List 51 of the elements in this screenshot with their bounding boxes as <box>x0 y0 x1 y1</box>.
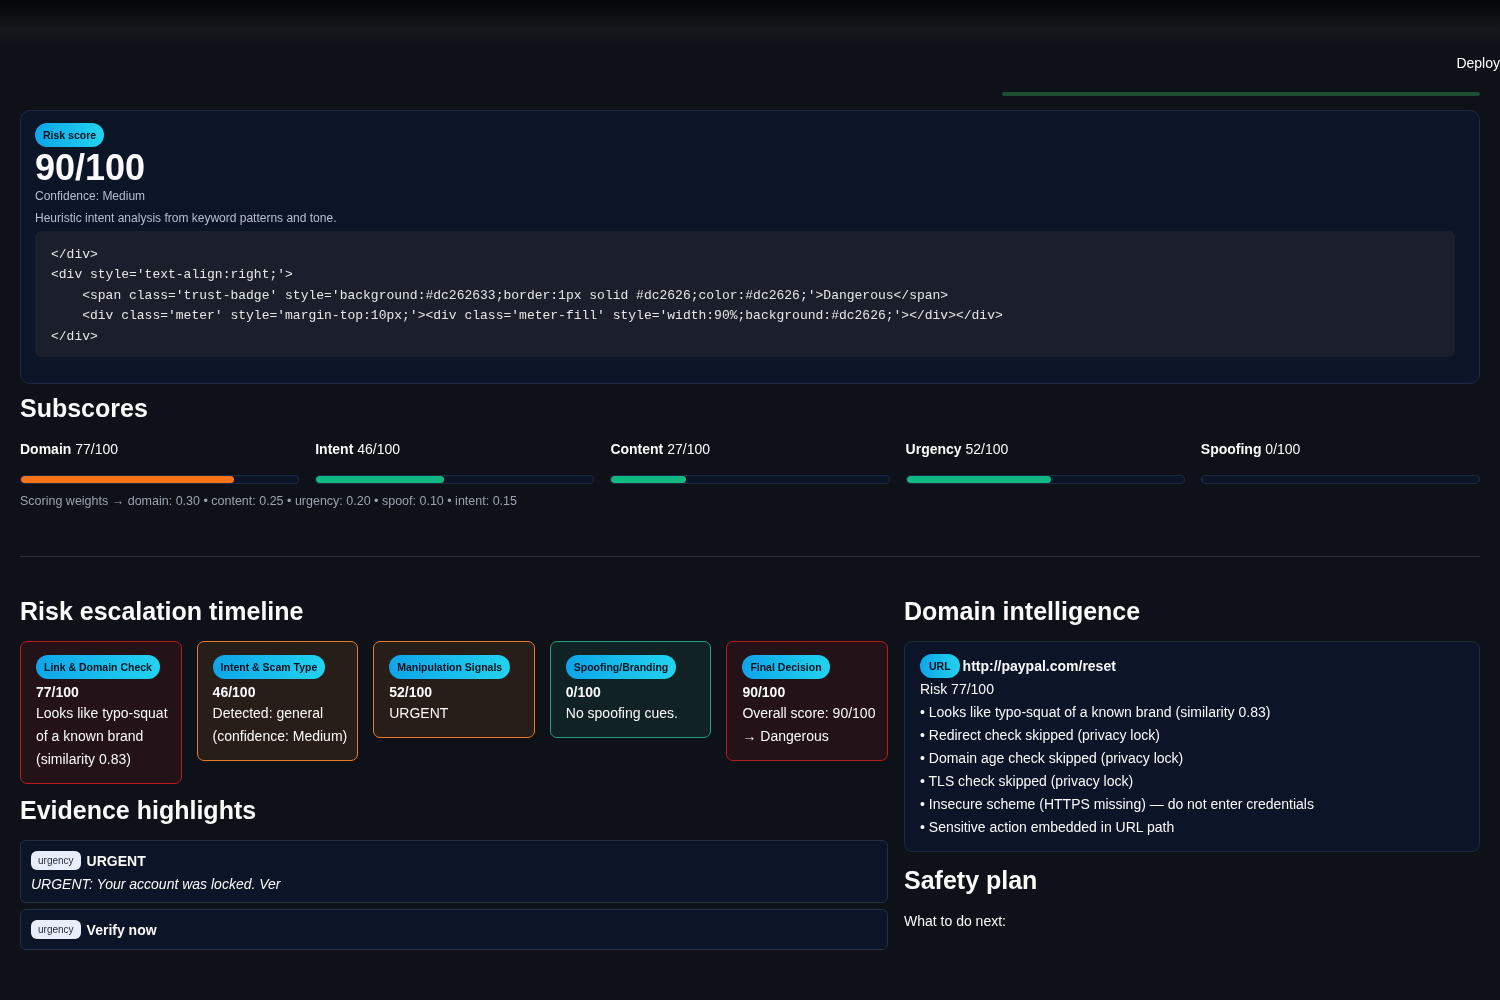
subscore-label: Domain 77/100 <box>20 440 120 459</box>
code-line: </div> <box>51 245 99 264</box>
subscore-label: Spoofing 0/100 <box>1200 440 1302 459</box>
step-score: 90/100 <box>742 683 787 700</box>
step-badge: Final Decision <box>742 654 830 679</box>
code-line: <div class='meter' style='margin-top:10px;'><div class='meter-fill' style='width:90%;background:#dc2626;'></div></div> <box>81 307 1004 326</box>
scoring-weights: Scoring weights → domain: 0.30 • content: 0.25 • urgency: 0.20 • spoof: 0.10 • intent: 0.15 <box>20 493 518 508</box>
section-title: Risk escalation timeline <box>20 596 305 626</box>
analysis-note: Heuristic intent analysis from keyword patterns and tone. <box>35 210 338 225</box>
step-text: Overall score: 90/100 → Dangerous <box>742 703 877 746</box>
step-text: URGENT <box>389 703 450 723</box>
section-title: Safety plan <box>904 865 1039 895</box>
evidence-tag: urgency <box>31 851 81 871</box>
risk-score-badge: Risk score <box>35 123 105 147</box>
step-badge: Link & Domain Check <box>36 654 160 679</box>
subscore-label: Intent 46/100 <box>315 440 402 459</box>
domain-finding: • TLS check skipped (privacy lock) <box>920 771 1135 791</box>
section-title: Subscores <box>20 393 149 423</box>
subscore-label: Content 27/100 <box>610 440 711 459</box>
step-text: Looks like typo-squat of a known brand (similarity 0.83) <box>36 703 169 769</box>
step-badge: Manipulation Signals <box>389 654 511 679</box>
step-score: 46/100 <box>212 683 257 700</box>
section-title: Domain intelligence <box>904 596 1142 626</box>
step-text: Detected: general (confidence: Medium) <box>212 703 349 746</box>
code-line: <div style='text-align:right;'> <box>51 266 294 285</box>
url-text: http://paypal.com/reset <box>962 657 1116 674</box>
code-line: <span class='trust-badge' style='background:#dc262633;border:1px solid #dc2626;color:#dc2626;'>Dangerous</span> <box>81 286 950 305</box>
confidence-text: Confidence: Medium <box>35 188 147 203</box>
step-score: 52/100 <box>389 683 433 700</box>
section-title: Evidence highlights <box>20 795 258 825</box>
url-badge: URL <box>920 653 960 678</box>
step-score: 0/100 <box>565 683 602 700</box>
step-text: No spoofing cues. <box>565 703 679 723</box>
evidence-quote: URGENT: Your account was locked. Ver <box>31 876 282 893</box>
safety-intro: What to do next: <box>904 912 1007 929</box>
evidence-heading: URGENT <box>86 852 146 869</box>
step-score: 77/100 <box>36 683 80 700</box>
domain-finding: • Sensitive action embedded in URL path <box>920 817 1176 837</box>
code-line: </div> <box>51 327 99 346</box>
domain-risk: Risk 77/100 <box>920 679 995 699</box>
domain-finding: • Insecure scheme (HTTPS missing) — do not enter credentials <box>920 794 1315 814</box>
domain-finding: • Looks like typo-squat of a known brand (similarity 0.83) <box>920 702 1272 722</box>
step-badge: Intent & Scam Type <box>212 654 326 679</box>
step-badge: Spoofing/Branding <box>565 654 677 679</box>
deploy-button[interactable]: Deploy <box>1456 55 1500 71</box>
evidence-heading: Verify now <box>86 921 157 938</box>
domain-finding: • Domain age check skipped (privacy lock) <box>920 748 1185 768</box>
evidence-tag: urgency <box>31 920 81 940</box>
subscore-label: Urgency 52/100 <box>905 440 1010 459</box>
risk-score: 90/100 <box>35 149 147 187</box>
domain-finding: • Redirect check skipped (privacy lock) <box>920 725 1161 745</box>
